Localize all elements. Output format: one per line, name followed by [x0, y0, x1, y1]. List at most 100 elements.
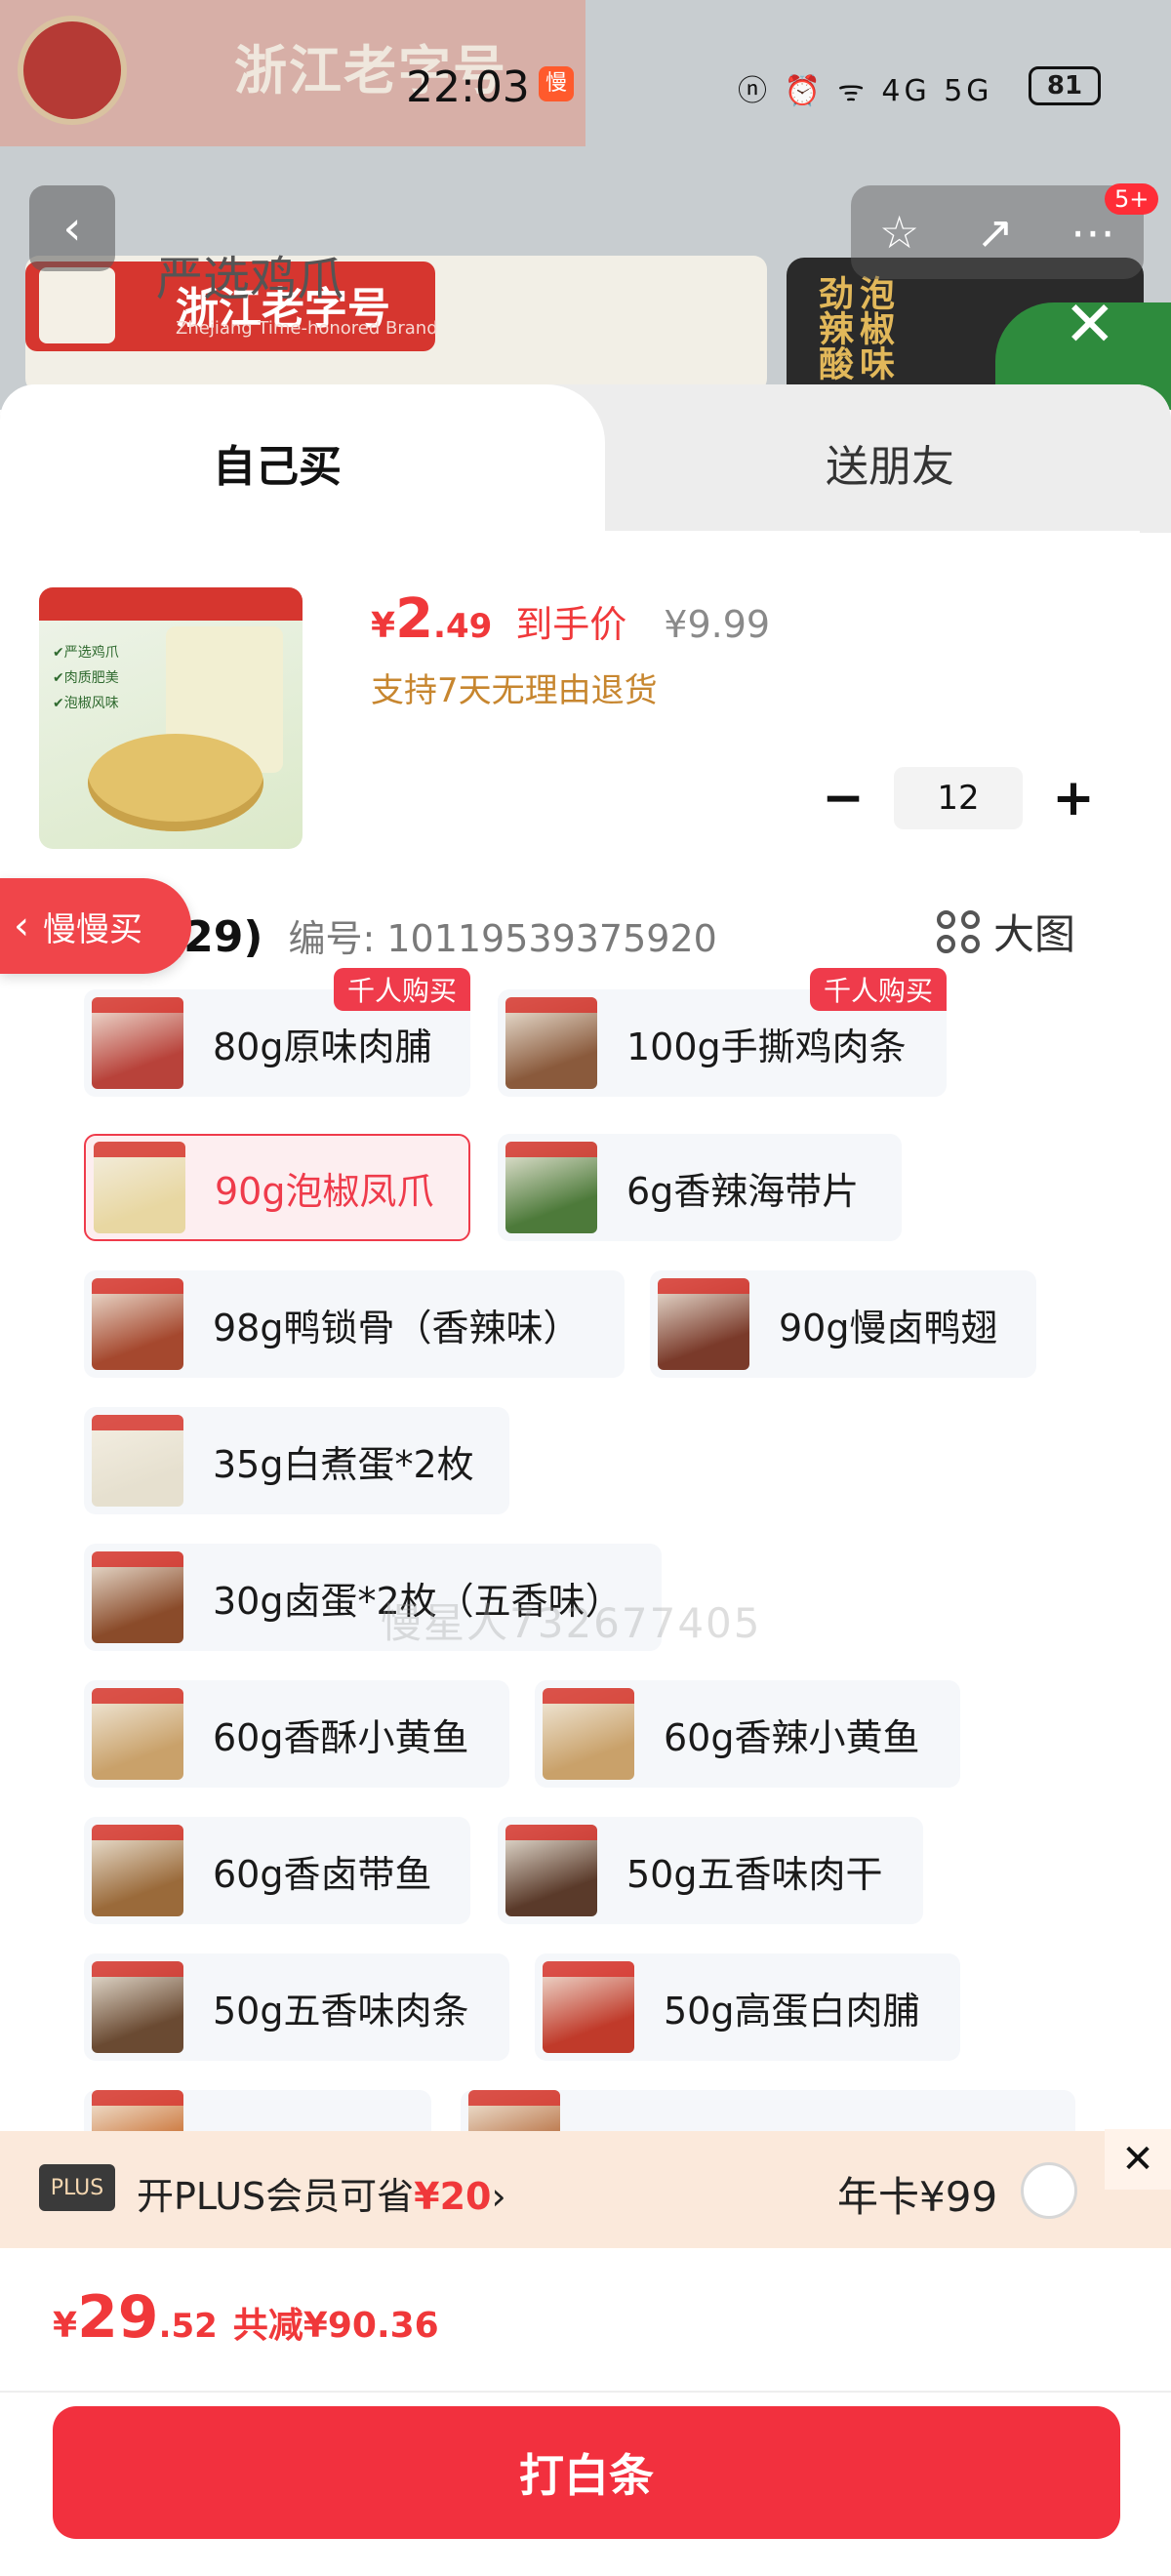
brand-seal-logo	[39, 267, 115, 343]
option-chip-12[interactable]: 50g五香味肉干	[498, 1817, 923, 1924]
total-discount: 共减¥90.36	[232, 2306, 439, 2346]
divider	[0, 2391, 1171, 2393]
option-label: 6g香辣海带片	[626, 1169, 860, 1213]
option-chip-2[interactable]: 100g手撕鸡肉条 千人购买	[498, 968, 947, 1097]
option-chip-6[interactable]: 90g慢卤鸭翅	[650, 1270, 1036, 1378]
slow-buy-tab[interactable]: ‹ 慢慢买	[0, 878, 191, 974]
plus-promo-label: 开PLUS会员可省	[137, 2175, 415, 2218]
option-thumbnail	[92, 1278, 183, 1370]
option-thumbnail	[92, 1415, 183, 1507]
final-price-label: 到手价	[515, 603, 627, 646]
total-price: ¥ 29 .52 共减¥90.36	[53, 2283, 439, 2352]
option-thumbnail	[658, 1278, 749, 1370]
option-thumbnail	[94, 1142, 185, 1233]
thumbnail-food	[88, 734, 263, 831]
popular-badge: 千人购买	[333, 968, 470, 1011]
option-chip-5[interactable]: 98g鸭锁骨（香辣味）	[84, 1270, 625, 1378]
product-image-brand-subtitle: Zhejiang Time-honored Brand	[176, 318, 438, 339]
tab-self-buy[interactable]: 自己买	[0, 384, 605, 533]
price-currency: ¥	[371, 606, 396, 646]
option-thumbnail	[92, 1961, 183, 2053]
option-label: 60g香辣小黄鱼	[664, 1715, 920, 1759]
star-icon[interactable]: ☆	[879, 206, 919, 259]
price-row: ¥2.49 到手价 ¥9.99	[371, 587, 770, 651]
option-thumbnail	[543, 1961, 634, 2053]
close-icon[interactable]: ✕	[1105, 2129, 1171, 2190]
option-label: 90g慢卤鸭翅	[779, 1306, 998, 1349]
price-decimal: .49	[433, 607, 493, 646]
chevron-left-icon: ‹	[14, 904, 29, 948]
close-icon[interactable]: ✕	[1064, 289, 1116, 361]
annual-card-price: 年卡¥99	[837, 2173, 998, 2221]
option-chip-13[interactable]: 50g五香味肉条	[84, 1953, 509, 2061]
option-thumbnail	[92, 997, 183, 1089]
top-action-group: ☆ ↗ ⋯	[851, 185, 1144, 279]
option-chip-11[interactable]: 60g香卤带鱼	[84, 1817, 470, 1924]
status-bar: 22:03 慢 ⓝ ⏰ ᯤ 4G 5G 81	[0, 49, 1171, 127]
product-thumbnail[interactable]: ✔严选鸡爪 ✔肉质肥美 ✔泡椒风味	[39, 587, 303, 849]
battery-icon: 81	[1029, 66, 1101, 105]
original-price: ¥9.99	[664, 603, 771, 646]
option-chip-14[interactable]: 50g高蛋白肉脯	[535, 1953, 960, 2061]
option-label: 100g手撕鸡肉条	[626, 1025, 907, 1068]
option-chip-7[interactable]: 35g白煮蛋*2枚	[84, 1407, 509, 1514]
status-time: 22:03	[406, 62, 530, 112]
signal-icons: ⓝ ⏰ ᯤ 4G 5G	[738, 74, 993, 108]
option-thumbnail	[92, 1688, 183, 1780]
option-label: 90g泡椒凤爪	[215, 1169, 434, 1213]
chevron-right-icon: ›	[491, 2175, 506, 2218]
option-label: 60g香卤带鱼	[213, 1852, 432, 1896]
slow-buy-label: 慢慢买	[43, 909, 142, 949]
option-label: 80g原味肉脯	[213, 1025, 432, 1068]
plus-select-radio[interactable]	[1021, 2162, 1077, 2219]
plus-promo-text: 开PLUS会员可省¥20›	[137, 2166, 506, 2220]
option-label: 50g五香味肉条	[213, 1989, 469, 2033]
popular-badge: 千人购买	[809, 968, 947, 1011]
plus-membership-bar[interactable]: PLUS 开PLUS会员可省¥20› 年卡¥99 ✕	[0, 2129, 1171, 2248]
option-thumbnail	[505, 1142, 597, 1233]
option-label: 60g香酥小黄鱼	[213, 1715, 469, 1759]
return-policy-note: 支持7天无理由退货	[371, 671, 658, 710]
chevron-left-icon: ‹	[62, 201, 82, 256]
thumbnail-brand-band	[39, 587, 303, 621]
price-integer: 2	[395, 587, 434, 651]
option-label: 35g白煮蛋*2枚	[213, 1442, 474, 1486]
more-icon[interactable]: ⋯	[1070, 206, 1115, 259]
option-chip-3-selected[interactable]: 90g泡椒凤爪	[84, 1134, 470, 1241]
total-decimal: .52	[158, 2307, 218, 2346]
tab-self-buy-label: 自己买	[213, 442, 342, 492]
grid-icon	[937, 909, 980, 953]
total-integer: 29	[77, 2283, 159, 2352]
option-label: 98g鸭锁骨（香辣味）	[213, 1306, 581, 1349]
option-label: 50g高蛋白肉脯	[664, 1989, 920, 2033]
quantity-stepper: − 12 +	[822, 767, 1095, 829]
quantity-decrease-button[interactable]: −	[822, 769, 865, 827]
option-thumbnail	[505, 1825, 597, 1916]
quantity-value[interactable]: 12	[894, 767, 1023, 829]
option-thumbnail	[543, 1688, 634, 1780]
background-page-title: 严选鸡爪	[156, 252, 344, 306]
option-thumbnail	[92, 1551, 183, 1643]
total-currency: ¥	[53, 2306, 78, 2346]
plus-badge: PLUS	[39, 2164, 115, 2211]
big-picture-label: 大图	[993, 910, 1076, 958]
option-chip-9[interactable]: 60g香酥小黄鱼	[84, 1680, 509, 1788]
purchase-tabs: 自己买 送朋友	[0, 384, 1171, 533]
share-icon[interactable]: ↗	[976, 206, 1014, 259]
option-thumbnail	[505, 997, 597, 1089]
big-picture-toggle[interactable]: 大图	[937, 902, 1075, 961]
quantity-increase-button[interactable]: +	[1052, 769, 1095, 827]
user-watermark: 慢星人732677405	[381, 1599, 762, 1647]
option-label: 50g五香味肉干	[626, 1852, 883, 1896]
plus-save-amount: ¥20	[414, 2175, 492, 2218]
app-notification-icon: 慢	[539, 66, 574, 101]
option-chip-4[interactable]: 6g香辣海带片	[498, 1134, 902, 1241]
thumbnail-feature-list: ✔严选鸡爪 ✔肉质肥美 ✔泡椒风味	[53, 645, 119, 711]
tab-gift-friend[interactable]: 送朋友	[826, 431, 954, 494]
option-chip-10[interactable]: 60g香辣小黄鱼	[535, 1680, 960, 1788]
option-thumbnail	[92, 1825, 183, 1916]
pay-with-baitiao-button[interactable]: 打白条	[53, 2406, 1120, 2539]
back-button[interactable]: ‹	[29, 185, 115, 271]
option-chip-1[interactable]: 80g原味肉脯 千人购买	[84, 968, 470, 1097]
product-code: 编号: 10119539375920	[288, 917, 717, 960]
